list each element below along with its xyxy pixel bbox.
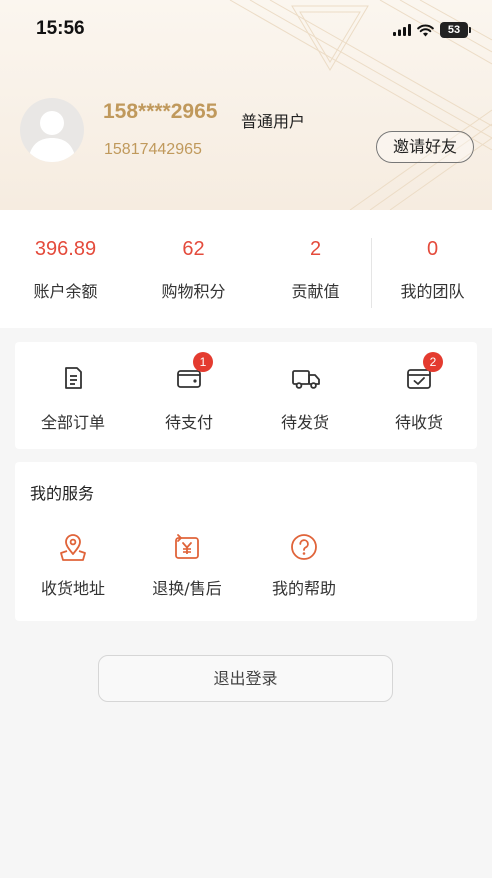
stat-label: 购物积分: [161, 282, 226, 301]
stat-value: 0: [426, 238, 439, 260]
status-icons: 53: [393, 20, 471, 40]
stat-points[interactable]: 62 购物积分: [132, 238, 255, 302]
user-silhouette-icon: [28, 111, 76, 162]
wifi-icon: [417, 23, 434, 36]
box-check-icon: 2: [405, 352, 443, 392]
help-icon: [289, 532, 319, 562]
order-all[interactable]: 全部订单: [15, 364, 131, 433]
service-address[interactable]: 收货地址: [15, 532, 131, 599]
service-help[interactable]: 我的帮助: [246, 532, 362, 599]
services-title: 我的服务: [30, 484, 95, 503]
services-card: 我的服务 收货地址 退换/售后 我的帮助: [15, 462, 477, 621]
avatar[interactable]: [20, 98, 84, 162]
profile-header: 15:56 53 158****2965 普通用户 15817442965 邀请…: [0, 0, 492, 210]
stat-team[interactable]: 0 我的团队: [371, 238, 492, 302]
stat-label: 账户余额: [33, 282, 98, 301]
stat-label: 贡献值: [291, 282, 340, 301]
logout-button[interactable]: 退出登录: [98, 655, 393, 702]
truck-icon: [291, 364, 320, 392]
order-pending-receipt[interactable]: 2 待收货: [361, 352, 477, 433]
service-label: 收货地址: [40, 579, 105, 598]
orders-card: 全部订单 1 待支付 待发货 2 待收货: [15, 342, 477, 449]
signal-icon: [393, 24, 411, 36]
stat-balance[interactable]: 396.89 账户余额: [4, 238, 127, 302]
masked-phone-number: 158****2965: [103, 100, 218, 123]
user-level-label: 普通用户: [241, 112, 306, 131]
stat-value: 62: [182, 238, 205, 260]
service-refund[interactable]: 退换/售后: [129, 532, 245, 599]
order-label: 待发货: [280, 413, 329, 432]
refund-icon: [172, 532, 202, 562]
order-label: 全部订单: [40, 413, 105, 432]
stat-contribution[interactable]: 2 贡献值: [254, 238, 377, 302]
order-label: 待收货: [394, 413, 443, 432]
order-pending-shipment[interactable]: 待发货: [247, 364, 363, 433]
order-badge: 2: [423, 352, 443, 372]
status-time: 15:56: [36, 18, 85, 39]
status-bar: 15:56 53: [0, 0, 492, 58]
invite-friends-button[interactable]: 邀请好友: [376, 131, 474, 163]
order-label: 待支付: [164, 413, 213, 432]
account-stats: 396.89 账户余额 62 购物积分 2 贡献值 0 我的团队: [0, 210, 492, 328]
stat-value: 2: [309, 238, 322, 260]
order-badge: 1: [193, 352, 213, 372]
service-label: 退换/售后: [152, 579, 222, 598]
stat-label: 我的团队: [400, 282, 465, 301]
phone-number: 15817442965: [104, 141, 202, 158]
document-icon: [59, 364, 87, 392]
location-icon: [58, 532, 88, 562]
stat-value: 396.89: [34, 238, 97, 260]
battery-indicator: 53: [440, 22, 471, 38]
wallet-icon: 1: [175, 352, 213, 392]
service-label: 我的帮助: [271, 579, 336, 598]
order-pending-payment[interactable]: 1 待支付: [131, 352, 247, 433]
